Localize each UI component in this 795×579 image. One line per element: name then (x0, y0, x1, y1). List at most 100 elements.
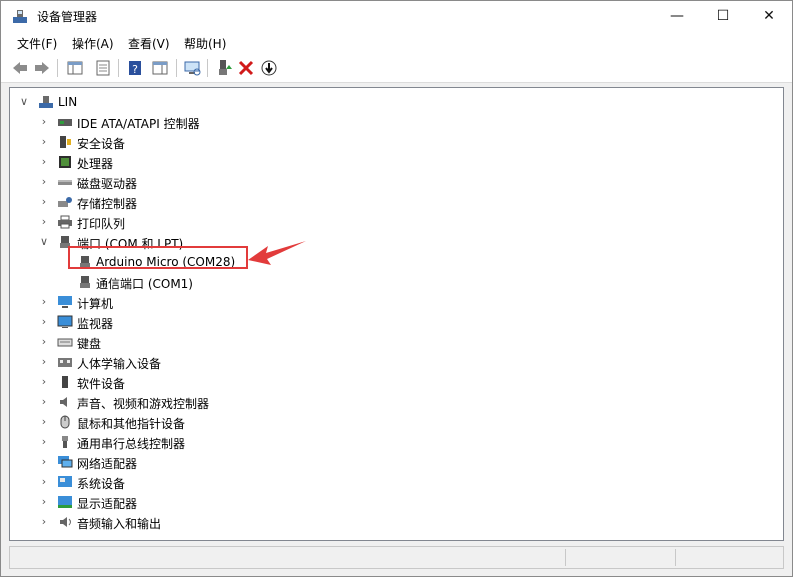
chevron-right-icon[interactable]: › (38, 394, 50, 410)
tree-item-hid[interactable]: › 人体学输入设备 (10, 352, 783, 372)
device-manager-icon (13, 10, 27, 23)
tree-item-label: 人体学输入设备 (77, 357, 162, 371)
tree-item-label: 系统设备 (77, 477, 126, 491)
chevron-right-icon[interactable]: › (38, 354, 50, 370)
action-pane-icon[interactable] (150, 58, 170, 78)
tree-item-label: 打印队列 (77, 217, 126, 231)
tree-child-com1[interactable]: 通信端口 (COM1) (10, 272, 783, 292)
tree-item-software[interactable]: › 软件设备 (10, 372, 783, 392)
tree-item-processor[interactable]: › 处理器 (10, 152, 783, 172)
close-button[interactable]: ✕ (746, 1, 792, 31)
tree-item-label: 安全设备 (77, 137, 126, 151)
menu-view[interactable]: 查看(V) (128, 35, 170, 52)
tree-item-ide[interactable]: › IDE ATA/ATAPI 控制器 (10, 112, 783, 132)
sound-icon (60, 397, 67, 407)
tree-item-audio-io[interactable]: › 音频输入和输出 (10, 512, 783, 532)
tree-item-usb[interactable]: › 通用串行总线控制器 (10, 432, 783, 452)
chevron-right-icon[interactable]: › (38, 494, 50, 510)
title-bar[interactable]: 设备管理器 — ☐ ✕ (1, 1, 792, 31)
system-device-icon (58, 476, 72, 487)
chevron-right-icon[interactable]: › (38, 454, 50, 470)
minimize-button[interactable]: — (654, 1, 700, 31)
tree-item-label: 通用串行总线控制器 (77, 437, 186, 451)
tree-item-label: 计算机 (77, 297, 114, 311)
toolbar-separator (176, 59, 177, 77)
uninstall-red-x-icon[interactable] (236, 58, 256, 78)
tree-item-display[interactable]: › 显示适配器 (10, 492, 783, 512)
update-driver-icon[interactable] (214, 58, 234, 78)
mouse-icon (60, 415, 70, 429)
keyboard-icon (57, 338, 73, 347)
device-tree[interactable]: ∨ LIN › IDE ATA/ATAPI 控制器 › 安全设备 › 处理器 ›… (9, 87, 784, 541)
audio-io-icon (60, 517, 71, 527)
tree-item-network[interactable]: › 网络适配器 (10, 452, 783, 472)
chevron-right-icon[interactable]: › (38, 474, 50, 490)
tree-child-label: 通信端口 (COM1) (96, 277, 193, 291)
tree-item-computer[interactable]: › 计算机 (10, 292, 783, 312)
toolbar-separator (118, 59, 119, 77)
help-icon[interactable]: ? (125, 58, 145, 78)
properties-icon[interactable] (93, 58, 113, 78)
menu-action[interactable]: 操作(A) (72, 35, 114, 52)
toolbar: ? (1, 55, 792, 83)
svg-text:?: ? (132, 63, 138, 76)
tree-item-keyboard[interactable]: › 键盘 (10, 332, 783, 352)
tree-item-label: 存储控制器 (77, 197, 138, 211)
menu-help[interactable]: 帮助(H) (184, 35, 226, 52)
device-manager-window: 设备管理器 — ☐ ✕ 文件(F) 操作(A) 查看(V) 帮助(H) ? ∨ … (0, 0, 793, 577)
tree-item-monitor[interactable]: › 监视器 (10, 312, 783, 332)
maximize-button[interactable]: ☐ (700, 1, 746, 31)
tree-item-system[interactable]: › 系统设备 (10, 472, 783, 492)
chevron-right-icon[interactable]: › (38, 114, 50, 130)
highlight-box (68, 246, 248, 269)
tree-item-label: 磁盘驱动器 (77, 177, 138, 191)
back-arrow-icon[interactable] (10, 58, 30, 78)
chevron-right-icon[interactable]: › (38, 314, 50, 330)
tree-item-storage[interactable]: › 存储控制器 (10, 192, 783, 212)
tree-root-label: LIN (58, 95, 78, 109)
chevron-right-icon[interactable]: › (38, 334, 50, 350)
chevron-right-icon[interactable]: › (38, 134, 50, 150)
toolbar-separator (57, 59, 58, 77)
ide-controller-icon (58, 119, 72, 126)
menu-file[interactable]: 文件(F) (17, 35, 57, 52)
computer-root-icon (39, 96, 53, 108)
chevron-right-icon[interactable]: › (38, 194, 50, 210)
network-adapter-icon (58, 456, 73, 468)
usb-icon (62, 436, 68, 448)
disk-drive-icon (58, 180, 72, 185)
software-device-icon (62, 376, 68, 388)
chevron-right-icon[interactable]: › (38, 214, 50, 230)
chevron-down-icon[interactable]: ∨ (38, 234, 50, 250)
chevron-right-icon[interactable]: › (38, 414, 50, 430)
status-bar (9, 546, 784, 569)
chevron-right-icon[interactable]: › (38, 154, 50, 170)
disable-device-icon[interactable] (259, 58, 279, 78)
hid-icon (58, 358, 72, 367)
security-device-icon (60, 136, 71, 148)
chevron-right-icon[interactable]: › (38, 514, 50, 530)
tree-item-label: 网络适配器 (77, 457, 138, 471)
storage-controller-icon (58, 197, 72, 207)
tree-item-disk[interactable]: › 磁盘驱动器 (10, 172, 783, 192)
scan-hardware-icon[interactable] (182, 58, 202, 78)
tree-item-sound[interactable]: › 声音、视频和游戏控制器 (10, 392, 783, 412)
monitor-icon (57, 315, 73, 328)
chevron-down-icon[interactable]: ∨ (18, 94, 30, 110)
tree-item-label: 音频输入和输出 (77, 517, 162, 531)
chevron-right-icon[interactable]: › (38, 434, 50, 450)
tree-item-label: 处理器 (77, 157, 114, 171)
chevron-right-icon[interactable]: › (38, 294, 50, 310)
forward-arrow-icon[interactable] (32, 58, 52, 78)
chevron-right-icon[interactable]: › (38, 374, 50, 390)
tree-root[interactable]: ∨ LIN (10, 92, 783, 112)
tree-item-print[interactable]: › 打印队列 (10, 212, 783, 232)
toolbar-separator (207, 59, 208, 77)
show-hide-tree-icon[interactable] (65, 58, 85, 78)
tree-item-label: IDE ATA/ATAPI 控制器 (77, 117, 200, 131)
tree-item-label: 鼠标和其他指针设备 (77, 417, 186, 431)
window-title: 设备管理器 (37, 10, 98, 24)
tree-item-mouse[interactable]: › 鼠标和其他指针设备 (10, 412, 783, 432)
tree-item-security[interactable]: › 安全设备 (10, 132, 783, 152)
chevron-right-icon[interactable]: › (38, 174, 50, 190)
